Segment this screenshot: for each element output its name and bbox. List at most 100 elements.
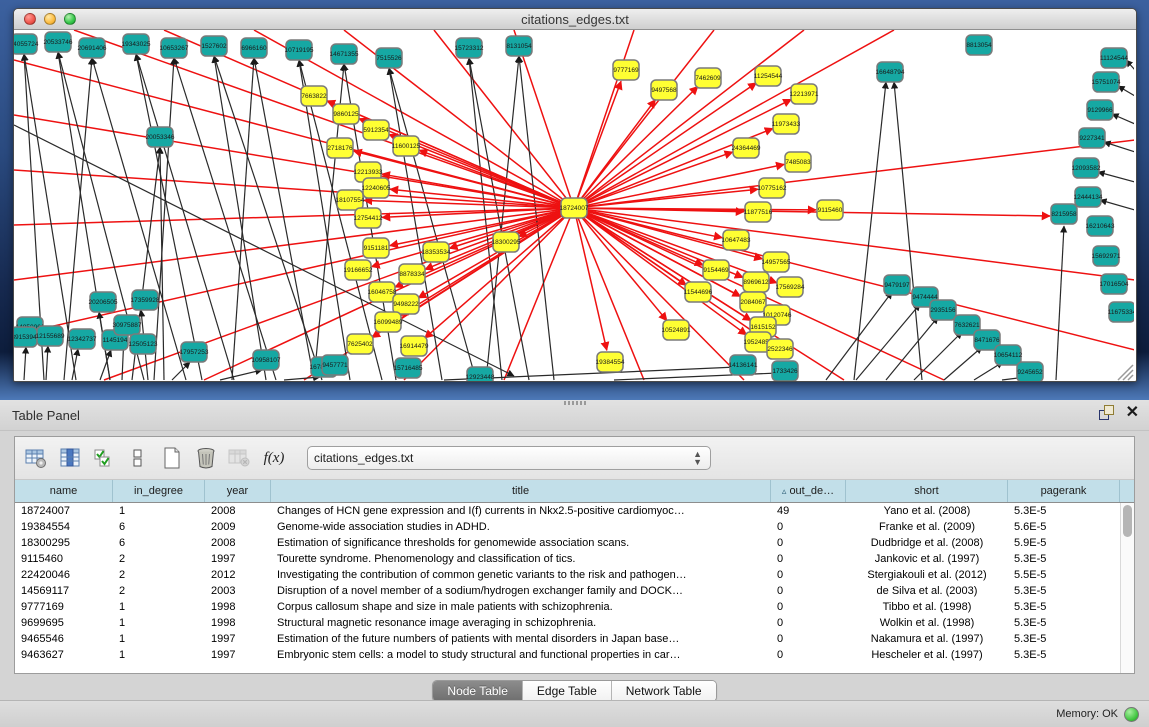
panel-splitter-handle[interactable] bbox=[564, 401, 586, 405]
network-node[interactable]: 15751074 bbox=[1092, 72, 1121, 92]
network-edge[interactable] bbox=[154, 58, 174, 380]
network-node[interactable]: 18107554 bbox=[336, 190, 365, 210]
network-node[interactable]: 16914479 bbox=[400, 336, 429, 356]
network-window-titlebar[interactable]: citations_edges.txt bbox=[14, 9, 1136, 30]
network-node[interactable]: 18300295 bbox=[492, 232, 521, 252]
network-node[interactable]: 16099489 bbox=[374, 312, 403, 332]
network-edge[interactable] bbox=[1104, 142, 1134, 152]
network-node[interactable]: 20206505 bbox=[89, 292, 118, 312]
column-header-name[interactable]: name bbox=[15, 480, 113, 502]
network-edge[interactable] bbox=[944, 347, 982, 380]
network-node[interactable]: 7625402 bbox=[347, 334, 373, 354]
network-node[interactable]: 18353534 bbox=[422, 242, 451, 262]
column-visibility-button[interactable] bbox=[55, 443, 85, 473]
network-node[interactable]: 14957565 bbox=[762, 252, 791, 272]
network-node[interactable]: 8215958 bbox=[1051, 204, 1077, 224]
network-node[interactable]: 15723312 bbox=[455, 38, 484, 58]
tab-node-table[interactable]: Node Table bbox=[433, 681, 523, 701]
network-node[interactable]: 3915394 bbox=[14, 327, 37, 347]
network-edge[interactable] bbox=[574, 86, 698, 208]
network-node[interactable]: 11877516 bbox=[744, 202, 773, 222]
table-row[interactable]: 1872400712008Changes of HCN gene express… bbox=[15, 503, 1120, 519]
float-panel-icon[interactable] bbox=[1098, 405, 1114, 421]
network-node[interactable]: 11675334 bbox=[1108, 302, 1134, 322]
network-node[interactable]: 11254544 bbox=[754, 66, 783, 86]
table-row[interactable]: 1456911722003Disruption of a novel membe… bbox=[15, 583, 1120, 599]
network-node[interactable]: 17957253 bbox=[180, 342, 209, 362]
network-node[interactable]: 2935156 bbox=[930, 300, 956, 320]
table-selector-dropdown[interactable]: citations_edges.txt ▲▼ bbox=[307, 446, 711, 470]
column-header-year[interactable]: year bbox=[205, 480, 271, 502]
network-node[interactable]: 1527602 bbox=[201, 36, 227, 56]
network-node[interactable]: 9154469 bbox=[703, 260, 729, 280]
network-node[interactable]: 7663822 bbox=[301, 86, 327, 106]
network-edge[interactable] bbox=[14, 208, 574, 280]
network-node[interactable]: 9498222 bbox=[393, 294, 419, 314]
network-node[interactable]: 9497568 bbox=[651, 80, 677, 100]
network-node[interactable]: 19384554 bbox=[596, 352, 625, 372]
apply-function-button[interactable]: f(x) bbox=[259, 443, 289, 473]
network-node[interactable]: 14055724 bbox=[14, 34, 39, 54]
network-node[interactable]: 10654112 bbox=[994, 345, 1023, 365]
network-node[interactable]: 8878334 bbox=[399, 264, 425, 284]
network-edge[interactable] bbox=[389, 68, 476, 380]
network-node[interactable]: 9457771 bbox=[322, 355, 348, 375]
network-node[interactable]: 6966160 bbox=[241, 38, 267, 58]
network-node[interactable]: 9115460 bbox=[817, 200, 843, 220]
table-row[interactable]: 969969511998Structural magnetic resonanc… bbox=[15, 615, 1120, 631]
network-node[interactable]: 12923448 bbox=[466, 367, 495, 381]
network-node[interactable]: 17569284 bbox=[776, 277, 805, 297]
network-node[interactable]: 7515526 bbox=[376, 48, 402, 68]
network-node[interactable]: 10524891 bbox=[662, 320, 691, 340]
network-edge[interactable] bbox=[425, 208, 574, 338]
network-node[interactable]: 11124544 bbox=[1100, 48, 1128, 68]
network-node[interactable]: 2084067 bbox=[740, 292, 766, 312]
column-header-out_de[interactable]: ▵out_de… bbox=[771, 480, 846, 502]
row-height-button[interactable] bbox=[123, 443, 153, 473]
network-node[interactable]: 10958107 bbox=[252, 350, 281, 370]
memory-status-icon[interactable] bbox=[1124, 707, 1139, 722]
network-node[interactable]: 14671355 bbox=[330, 44, 359, 64]
network-edge[interactable] bbox=[1056, 226, 1064, 380]
network-node[interactable]: 12155689 bbox=[36, 326, 65, 346]
network-edge[interactable] bbox=[856, 304, 920, 380]
resize-grip[interactable] bbox=[1118, 365, 1133, 380]
network-node[interactable]: 24364469 bbox=[732, 138, 761, 158]
network-edge[interactable] bbox=[220, 370, 262, 380]
network-node[interactable]: 17016504 bbox=[1100, 274, 1129, 294]
tab-network-table[interactable]: Network Table bbox=[612, 681, 716, 701]
table-scrollbar[interactable] bbox=[1120, 503, 1134, 673]
network-node[interactable]: 11544696 bbox=[684, 282, 713, 302]
network-canvas[interactable]: 1872400718300295193845547663822986012559… bbox=[14, 30, 1134, 381]
network-node[interactable]: 7485083 bbox=[785, 152, 811, 172]
network-node[interactable]: 2522346 bbox=[767, 339, 793, 359]
table-settings-button[interactable] bbox=[21, 443, 51, 473]
close-window-button[interactable] bbox=[24, 13, 36, 25]
network-node[interactable]: 20691406 bbox=[78, 38, 107, 58]
network-node[interactable]: 18724007 bbox=[560, 198, 589, 218]
network-edge[interactable] bbox=[390, 208, 574, 246]
network-edge[interactable] bbox=[1118, 86, 1134, 96]
tab-edge-table[interactable]: Edge Table bbox=[523, 681, 612, 701]
network-node[interactable]: 10719195 bbox=[285, 40, 314, 60]
network-edge[interactable] bbox=[14, 208, 574, 225]
network-edge[interactable] bbox=[574, 208, 1134, 350]
zoom-window-button[interactable] bbox=[64, 13, 76, 25]
network-node[interactable]: 8813054 bbox=[966, 35, 992, 55]
network-node[interactable]: 12342737 bbox=[68, 329, 97, 349]
network-node[interactable]: 15692971 bbox=[1092, 246, 1121, 266]
network-node[interactable]: 9129966 bbox=[1087, 100, 1113, 120]
column-header-in_degree[interactable]: in_degree bbox=[113, 480, 205, 502]
table-row[interactable]: 911546021997Tourette syndrome. Phenomeno… bbox=[15, 551, 1120, 567]
scrollbar-thumb[interactable] bbox=[1123, 505, 1132, 537]
network-node[interactable]: 12444134 bbox=[1074, 187, 1103, 207]
new-table-button[interactable] bbox=[157, 443, 187, 473]
network-node[interactable]: 14136141 bbox=[729, 355, 758, 375]
table-row[interactable]: 1830029562008Estimation of significance … bbox=[15, 535, 1120, 551]
selection-mode-button[interactable] bbox=[89, 443, 119, 473]
network-node[interactable]: 17359928 bbox=[131, 290, 160, 310]
network-node[interactable]: 8131054 bbox=[506, 36, 532, 56]
network-edge[interactable] bbox=[574, 208, 765, 309]
network-node[interactable]: 8969612 bbox=[743, 272, 769, 292]
network-node[interactable]: 10653267 bbox=[160, 38, 189, 58]
